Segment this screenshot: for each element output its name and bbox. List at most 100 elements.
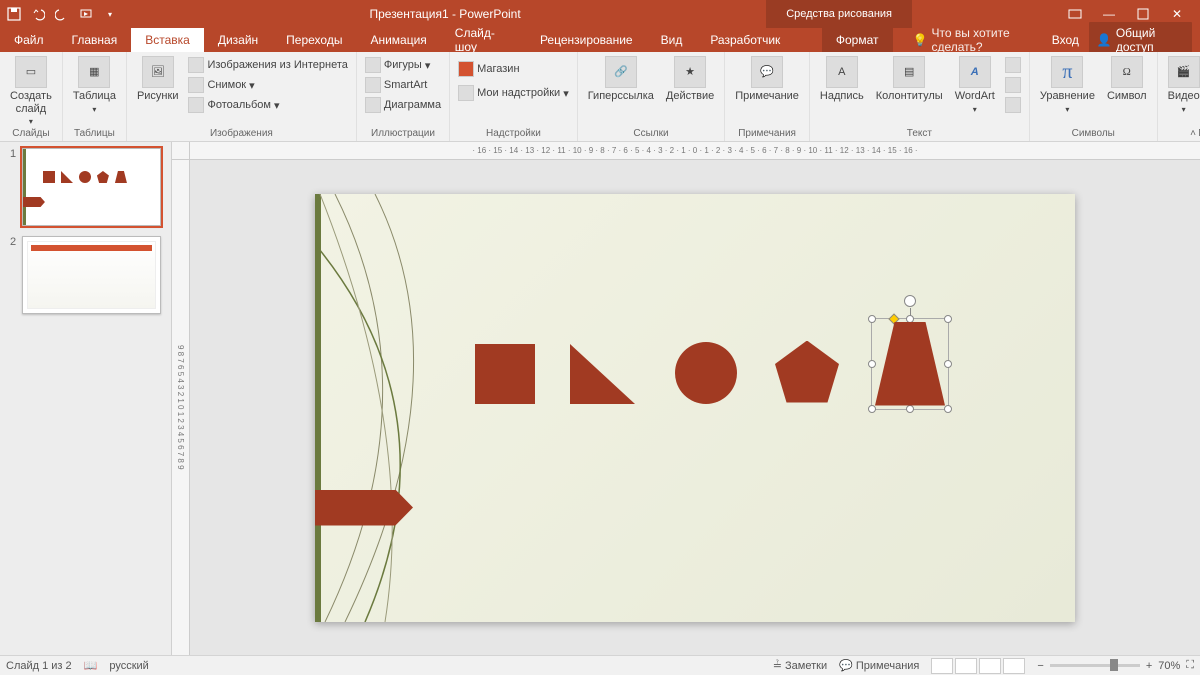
textbox-button[interactable]: AНадпись [816, 54, 868, 105]
shape-circle[interactable] [675, 342, 737, 404]
comment-button[interactable]: 💬Примечание [731, 54, 803, 105]
tab-file[interactable]: Файл [0, 28, 58, 52]
save-icon[interactable] [6, 6, 22, 22]
maximize-icon[interactable] [1128, 4, 1158, 24]
tab-insert[interactable]: Вставка [131, 28, 204, 52]
spellcheck-icon[interactable]: 📖 [84, 659, 98, 672]
group-images: 🖼Рисунки Изображения из Интернета Снимок… [127, 52, 357, 141]
zoom-out-icon[interactable]: − [1037, 660, 1043, 672]
tab-animations[interactable]: Анимация [356, 28, 440, 52]
qat-dropdown-icon[interactable]: ▾ [102, 6, 118, 22]
redo-icon[interactable] [54, 6, 70, 22]
slideshow-view-icon[interactable] [1003, 658, 1025, 674]
shape-square[interactable] [475, 344, 535, 404]
my-addins-button[interactable]: Мои надстройки ▾ [456, 84, 571, 102]
resize-handle-e[interactable] [944, 360, 952, 368]
object-button[interactable] [1003, 96, 1023, 114]
screenshot-icon [188, 77, 204, 93]
collapse-ribbon-icon[interactable]: ˄ [1190, 128, 1196, 139]
sorter-view-icon[interactable] [955, 658, 977, 674]
pictures-button[interactable]: 🖼Рисунки [133, 54, 183, 105]
ribbon: ▭Создать слайд▾ Слайды ▦Таблица▾ Таблицы… [0, 52, 1200, 142]
slide-thumbnails-panel: 1 2 [0, 142, 172, 655]
tab-home[interactable]: Главная [58, 28, 132, 52]
resize-handle-nw[interactable] [868, 315, 876, 323]
group-slides: ▭Создать слайд▾ Слайды [0, 52, 63, 141]
hyperlink-icon: 🔗 [605, 56, 637, 88]
table-button[interactable]: ▦Таблица▾ [69, 54, 120, 116]
chart-button[interactable]: Диаграмма [363, 96, 443, 114]
wordart-icon: A [959, 56, 991, 88]
tab-transitions[interactable]: Переходы [272, 28, 356, 52]
slide-thumbnail-1[interactable] [22, 148, 161, 226]
resize-handle-n[interactable] [906, 315, 914, 323]
language-status[interactable]: русский [109, 660, 148, 672]
zoom-slider[interactable] [1050, 664, 1140, 667]
thumb-number: 2 [10, 236, 18, 314]
start-from-beginning-icon[interactable] [78, 6, 94, 22]
thumb-number: 1 [10, 148, 18, 226]
action-button[interactable]: ★Действие [662, 54, 718, 105]
shape-right-triangle[interactable] [570, 344, 635, 404]
symbol-button[interactable]: ΩСимвол [1103, 54, 1151, 105]
slide-number-button[interactable] [1003, 76, 1023, 94]
contextual-tab-label: Средства рисования [766, 0, 912, 28]
comments-button[interactable]: 💬 Примечания [839, 659, 919, 672]
normal-view-icon[interactable] [931, 658, 953, 674]
header-footer-button[interactable]: ▤Колонтитулы [872, 54, 947, 105]
video-button[interactable]: 🎬Видео▾ [1164, 54, 1200, 116]
shape-pentagon[interactable] [775, 341, 839, 403]
wordart-button[interactable]: AWordArt▾ [951, 54, 999, 116]
zoom-in-icon[interactable]: + [1146, 660, 1152, 672]
photo-album-button[interactable]: Фотоальбом ▾ [186, 96, 349, 114]
shape-arrow-pentagon[interactable] [315, 490, 413, 526]
tab-developer[interactable]: Разработчик [696, 28, 794, 52]
sign-in-link[interactable]: Вход [1052, 33, 1079, 47]
workspace: 1 2 · 16 · 15 · 1 [0, 142, 1200, 655]
slide[interactable] [315, 194, 1075, 622]
tab-slideshow[interactable]: Слайд-шоу [441, 28, 526, 52]
equation-icon: π [1051, 56, 1083, 88]
slide-thumbnail-2[interactable] [22, 236, 161, 314]
ribbon-tabs: Файл Главная Вставка Дизайн Переходы Ани… [0, 28, 1200, 52]
resize-handle-se[interactable] [944, 405, 952, 413]
tab-design[interactable]: Дизайн [204, 28, 272, 52]
shapes-button[interactable]: Фигуры ▾ [363, 56, 443, 74]
screenshot-button[interactable]: Снимок ▾ [186, 76, 349, 94]
minimize-icon[interactable]: — [1094, 4, 1124, 24]
canvas[interactable] [190, 160, 1200, 655]
new-slide-button[interactable]: ▭Создать слайд▾ [6, 54, 56, 128]
close-icon[interactable]: ✕ [1162, 4, 1192, 24]
rotation-handle[interactable] [904, 295, 916, 307]
symbol-icon: Ω [1111, 56, 1143, 88]
shape-trapezoid[interactable] [875, 322, 945, 406]
resize-handle-s[interactable] [906, 405, 914, 413]
online-images-button[interactable]: Изображения из Интернета [186, 56, 349, 74]
comment-icon: 💬 [751, 56, 783, 88]
tab-format[interactable]: Формат [822, 28, 893, 52]
slide-counter[interactable]: Слайд 1 из 2 [6, 660, 72, 672]
resize-handle-w[interactable] [868, 360, 876, 368]
document-title: Презентация1 - PowerPoint [124, 7, 766, 21]
tell-me-search[interactable]: 💡Что вы хотите сделать? [913, 26, 1052, 54]
tab-review[interactable]: Рецензирование [526, 28, 647, 52]
ribbon-options-icon[interactable] [1060, 4, 1090, 24]
equation-button[interactable]: πУравнение▾ [1036, 54, 1099, 116]
zoom-level[interactable]: 70% [1158, 660, 1180, 672]
notes-button[interactable]: ≟ Заметки [773, 659, 827, 672]
date-time-button[interactable] [1003, 56, 1023, 74]
tab-view[interactable]: Вид [647, 28, 697, 52]
smartart-icon [365, 77, 381, 93]
fit-to-window-icon[interactable]: ⛶ [1186, 659, 1194, 672]
hyperlink-button[interactable]: 🔗Гиперссылка [584, 54, 658, 105]
resize-handle-sw[interactable] [868, 405, 876, 413]
vertical-ruler[interactable]: 9 8 7 6 5 4 3 2 1 0 1 2 3 4 5 6 7 8 9 [172, 160, 190, 655]
undo-icon[interactable] [30, 6, 46, 22]
horizontal-ruler[interactable]: · 16 · 15 · 14 · 13 · 12 · 11 · 10 · 9 ·… [190, 142, 1200, 160]
resize-handle-ne[interactable] [944, 315, 952, 323]
person-icon: 👤 [1097, 33, 1112, 47]
store-button[interactable]: Магазин [456, 60, 571, 78]
smartart-button[interactable]: SmartArt [363, 76, 443, 94]
action-icon: ★ [674, 56, 706, 88]
reading-view-icon[interactable] [979, 658, 1001, 674]
